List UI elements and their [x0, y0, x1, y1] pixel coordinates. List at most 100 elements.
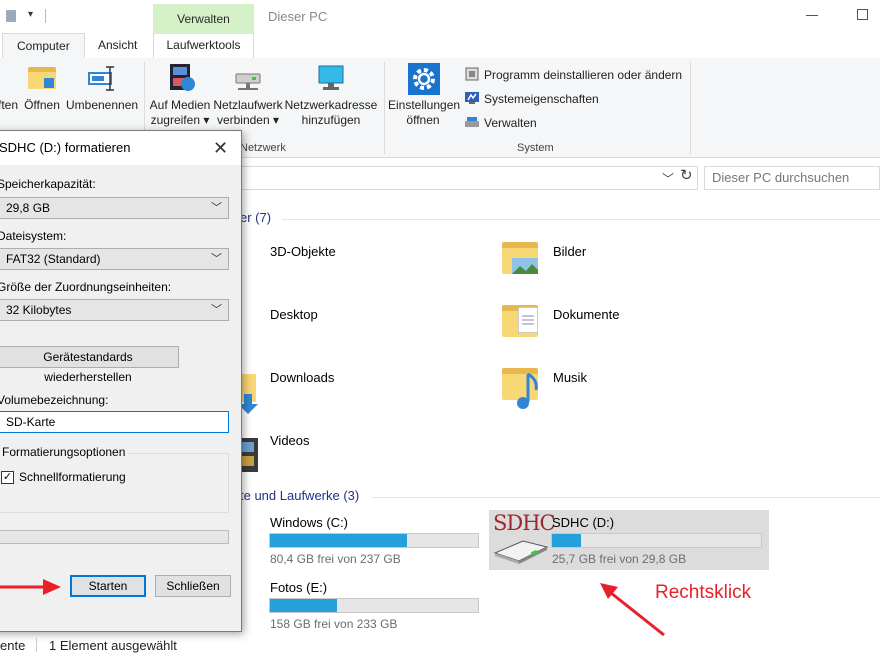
address-bar[interactable] [238, 166, 698, 190]
drive-d-free: 25,7 GB frei von 29,8 GB [552, 552, 687, 566]
rename-button[interactable]: Umbenennen [66, 62, 138, 113]
folder-3d-objekte[interactable]: 3D-Objekte [270, 244, 336, 259]
drive-e-free: 158 GB frei von 233 GB [270, 617, 398, 631]
folder-bilder[interactable]: Bilder [553, 244, 586, 259]
system-properties-icon [464, 90, 480, 106]
network-location-icon [315, 62, 347, 94]
volume-name-input[interactable]: SD-Karte [0, 411, 229, 433]
annotation-arrow-icon [0, 579, 61, 595]
format-options-legend: Formatierungsoptionen [0, 445, 129, 459]
capacity-value: 29,8 GB [6, 201, 51, 215]
minimize-icon[interactable] [806, 8, 820, 22]
quick-format-checkbox[interactable]: ✓ [1, 471, 14, 484]
capacity-select[interactable]: 29,8 GB ﹀ [0, 197, 229, 219]
map-drive-label-2: verbinden ▾ [216, 113, 280, 127]
uninstall-program-item[interactable]: Programm deinstallieren oder ändern [464, 65, 682, 85]
drive-e-label[interactable]: Fotos (E:) [270, 580, 327, 595]
allocation-select[interactable]: 32 Kilobytes ﹀ [0, 299, 229, 321]
access-media-button[interactable]: Auf Medien zugreifen ▾ [148, 62, 212, 128]
maximize-icon[interactable] [857, 9, 868, 20]
group-label-netzwerk: Netzwerk [240, 142, 286, 154]
restore-defaults-button[interactable]: Gerätestandards wiederherstellen [0, 346, 179, 384]
status-selection: 1 Element ausgewählt [49, 638, 177, 653]
annotation-text: Rechtsklick [655, 582, 752, 603]
allocation-label: Größe der Zuordnungseinheiten: [0, 280, 172, 294]
section-divider [282, 219, 880, 220]
title-separator [45, 9, 46, 23]
network-drive-icon [232, 62, 264, 94]
drive-c-usage-bar [269, 533, 479, 548]
refresh-icon[interactable]: ↻ [680, 166, 693, 184]
status-bar: ente 1 Element ausgewählt [0, 636, 880, 660]
drives-section-header[interactable]: te und Laufwerke (3) [240, 488, 359, 503]
group-label-system: System [517, 142, 554, 154]
section-divider [372, 497, 880, 498]
uninstall-icon [464, 66, 480, 82]
folder-desktop[interactable]: Desktop [270, 307, 318, 322]
system-properties-label: Systemeigenschaften [484, 92, 599, 106]
context-tab-verwalten: Verwalten [153, 4, 254, 34]
sdhc-logo: SDHC [493, 511, 556, 535]
settings-label-1: Einstellungen [388, 98, 461, 112]
ribbon-tabs: Computer Ansicht Laufwerktools [0, 33, 880, 59]
media-icon [164, 62, 196, 94]
uninstall-label: Programm deinstallieren oder ändern [484, 68, 683, 82]
filesystem-select[interactable]: FAT32 (Standard) ﹀ [0, 248, 229, 270]
folder-icon[interactable] [6, 10, 16, 22]
open-settings-button[interactable]: Einstellungen öffnen [388, 62, 461, 128]
chevron-down-icon: ﹀ [211, 202, 222, 214]
pictures-folder-icon[interactable] [500, 238, 544, 282]
allocation-value: 32 Kilobytes [6, 303, 72, 317]
chevron-down-icon[interactable]: ﹀ [662, 170, 674, 187]
properties-label: ften [0, 98, 18, 112]
sd-card-drive-icon[interactable]: SDHC [493, 511, 556, 565]
folders-section-header[interactable]: er (7) [240, 210, 271, 225]
properties-icon [0, 62, 18, 94]
chevron-down-icon: ﹀ [211, 304, 222, 316]
tab-laufwerktools[interactable]: Laufwerktools [153, 33, 254, 59]
close-button[interactable]: Schließen [155, 575, 231, 597]
ribbon-group-separator [384, 62, 385, 154]
manage-icon [464, 114, 480, 130]
quick-access-dropdown-icon[interactable]: ▾ [28, 9, 33, 20]
capacity-label: Speicherkapazität: [0, 177, 96, 191]
drive-c-label[interactable]: Windows (C:) [270, 515, 348, 530]
drive-d-label[interactable]: SDHC (D:) [552, 515, 614, 530]
volume-label: Volumebezeichnung: [0, 393, 109, 407]
folder-downloads[interactable]: Downloads [270, 370, 334, 385]
rename-label: Umbenennen [66, 98, 139, 112]
chevron-down-icon: ﹀ [211, 253, 222, 265]
folder-musik[interactable]: Musik [553, 370, 587, 385]
start-button[interactable]: Starten [70, 575, 146, 597]
explorer-window: ▾ Verwalten Dieser PC Computer Ansicht L… [0, 0, 880, 660]
drive-e-usage-fill [270, 599, 337, 612]
folder-videos[interactable]: Videos [270, 433, 310, 448]
gear-icon [407, 62, 440, 95]
tab-ansicht[interactable]: Ansicht [84, 33, 151, 59]
open-button[interactable]: Öffnen [24, 62, 60, 113]
add-network-label-2: hinzufügen [301, 113, 361, 127]
filesystem-label: Dateisystem: [0, 229, 67, 243]
map-network-drive-button[interactable]: Netzlaufwerk verbinden ▾ [213, 62, 283, 128]
format-dialog: SDHC (D:) formatieren ✕ Speicherkapazitä… [0, 130, 242, 632]
add-network-location-button[interactable]: Netzwerkadresse hinzufügen [284, 62, 378, 128]
format-progress-bar [0, 530, 229, 544]
settings-label-2: öffnen [406, 113, 440, 127]
search-input[interactable]: Dieser PC durchsuchen [704, 166, 880, 190]
drive-c-usage-fill [270, 534, 408, 547]
quick-format-label[interactable]: Schnellformatierung [19, 470, 126, 484]
manage-item[interactable]: Verwalten [464, 113, 537, 133]
filesystem-value: FAT32 (Standard) [6, 252, 101, 266]
system-properties-item[interactable]: Systemeigenschaften [464, 89, 599, 109]
documents-folder-icon[interactable] [500, 301, 544, 345]
add-network-label-1: Netzwerkadresse [284, 98, 378, 112]
manage-label: Verwalten [484, 116, 537, 130]
music-folder-icon[interactable] [500, 364, 544, 412]
properties-button[interactable]: ften [0, 62, 20, 113]
drive-c-free: 80,4 GB frei von 237 GB [270, 552, 401, 566]
close-icon[interactable]: ✕ [213, 138, 228, 159]
open-folder-icon [26, 62, 58, 94]
folder-dokumente[interactable]: Dokumente [553, 307, 619, 322]
tab-computer[interactable]: Computer [2, 33, 85, 59]
ribbon-group-separator [690, 62, 691, 154]
